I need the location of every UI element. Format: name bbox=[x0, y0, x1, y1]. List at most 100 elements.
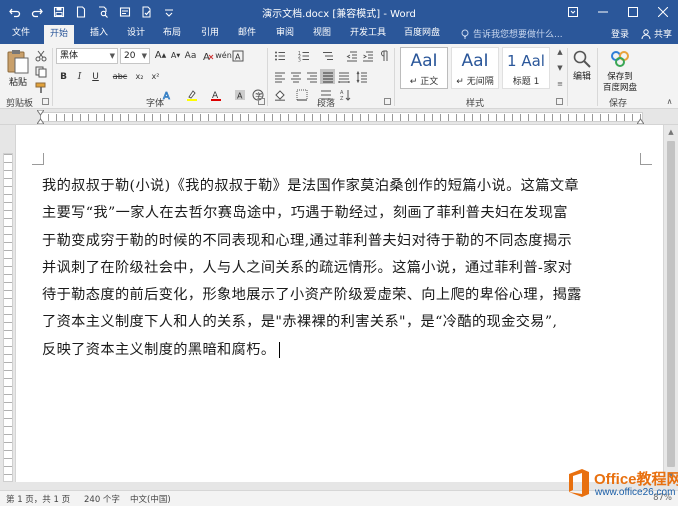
shading-icon[interactable] bbox=[272, 87, 287, 102]
maximize-icon[interactable] bbox=[618, 0, 648, 24]
font-launcher-icon[interactable] bbox=[258, 98, 265, 105]
font-size-select[interactable]: 20 ▼ bbox=[120, 48, 150, 64]
signin-link[interactable]: 登录 bbox=[611, 27, 629, 40]
font-color-icon[interactable]: A bbox=[208, 87, 223, 102]
page-count[interactable]: 第 1 页，共 1 页 bbox=[6, 493, 70, 505]
bold-button[interactable]: B bbox=[56, 69, 71, 84]
phonetic-guide-button[interactable]: wén bbox=[215, 48, 232, 63]
strikethrough-button[interactable]: abc bbox=[111, 69, 129, 84]
style-normal[interactable]: AaI ↵ 正文 bbox=[400, 47, 448, 89]
subscript-button[interactable]: x₂ bbox=[132, 69, 147, 84]
tab-insert[interactable]: 插入 bbox=[84, 24, 114, 44]
first-indent-icon[interactable] bbox=[37, 110, 44, 116]
text-line: 反映了资本主义制度的黑暗和腐朽。 bbox=[42, 337, 642, 364]
tab-baidu[interactable]: 百度网盘 bbox=[398, 24, 446, 44]
style-sample: AaI bbox=[410, 51, 438, 71]
text-line: 并讽刺了在阶级社会中，人与人之间关系的疏远情形。这篇小说，通过菲利普-家对 bbox=[42, 259, 573, 276]
chevron-down-icon: ▼ bbox=[141, 52, 147, 60]
watermark-url: www.office26.com bbox=[595, 487, 676, 498]
ribbon: 粘贴 剪贴板 黑体 ▼ 20 ▼ A ▲ A ▼ Aa A wén A B I U ab… bbox=[0, 44, 678, 109]
ribbon-display-icon[interactable] bbox=[558, 0, 588, 24]
scroll-thumb[interactable] bbox=[667, 141, 675, 467]
grow-font-icon[interactable]: A ▲ bbox=[153, 48, 168, 63]
numbering-icon[interactable]: 123 bbox=[296, 48, 311, 63]
char-shading-icon[interactable]: A bbox=[232, 87, 247, 102]
share-button[interactable]: 共享 bbox=[641, 27, 672, 40]
hanging-indent-icon[interactable] bbox=[37, 118, 44, 124]
editing-button[interactable]: 编辑 bbox=[571, 48, 593, 83]
tab-review[interactable]: 审阅 bbox=[270, 24, 300, 44]
text-cursor bbox=[279, 341, 281, 358]
tab-design[interactable]: 设计 bbox=[121, 24, 151, 44]
scroll-up-icon[interactable]: ▲ bbox=[664, 125, 678, 139]
sort-icon[interactable]: AZ bbox=[338, 87, 353, 102]
tell-me-box[interactable]: 告诉我您想要做什么... bbox=[460, 27, 563, 40]
save-group-label: 保存 bbox=[609, 99, 628, 109]
bullets-icon[interactable] bbox=[272, 48, 287, 63]
italic-button[interactable]: I bbox=[72, 69, 87, 84]
cut-icon[interactable] bbox=[33, 48, 48, 63]
style-name: 标题 1 bbox=[512, 77, 540, 87]
horizontal-ruler bbox=[0, 109, 678, 125]
vertical-scrollbar[interactable]: ▲ ▼ bbox=[663, 125, 678, 482]
styles-scroll[interactable]: ▲ ▼ ≡ bbox=[555, 48, 565, 88]
align-right-icon[interactable] bbox=[304, 69, 319, 84]
chevron-up-icon[interactable]: ▲ bbox=[557, 48, 562, 56]
decrease-indent-icon[interactable] bbox=[344, 48, 359, 63]
superscript-button[interactable]: x² bbox=[148, 69, 163, 84]
tab-file[interactable]: 文件 bbox=[6, 24, 36, 44]
borders-icon[interactable] bbox=[294, 87, 309, 102]
paste-button[interactable] bbox=[6, 48, 30, 77]
line-spacing-icon[interactable] bbox=[354, 69, 369, 84]
close-icon[interactable] bbox=[648, 0, 678, 24]
increase-indent-icon[interactable] bbox=[360, 48, 375, 63]
clipboard-launcher-icon[interactable] bbox=[42, 98, 49, 105]
distributed-icon[interactable] bbox=[336, 69, 351, 84]
tab-home[interactable]: 开始 bbox=[44, 25, 75, 44]
underline-button[interactable]: U bbox=[88, 69, 103, 84]
change-case-icon[interactable]: Aa bbox=[183, 48, 198, 63]
find-icon bbox=[573, 50, 591, 68]
show-marks-icon[interactable] bbox=[376, 48, 391, 63]
multilevel-list-icon[interactable] bbox=[320, 48, 335, 63]
ribbon-tabs: 文件 开始 插入 设计 布局 引用 邮件 审阅 视图 开发工具 百度网盘 告诉我… bbox=[0, 24, 678, 44]
minimize-icon[interactable] bbox=[588, 0, 618, 24]
font-name-select[interactable]: 黑体 ▼ bbox=[56, 48, 118, 64]
tab-layout[interactable]: 布局 bbox=[157, 24, 187, 44]
paragraph-launcher-icon[interactable] bbox=[384, 98, 391, 105]
text-line: 了资本主义制度下人和人的关系，是"赤裸裸的利害关系"，是“冷酷的现金交易”, bbox=[42, 314, 558, 331]
shrink-font-icon[interactable]: A ▼ bbox=[168, 48, 183, 63]
baidu-save-button[interactable]: 保存到 百度网盘 bbox=[600, 48, 640, 94]
styles-launcher-icon[interactable] bbox=[556, 98, 563, 105]
justify-icon[interactable] bbox=[320, 69, 335, 84]
align-left-icon[interactable] bbox=[272, 69, 287, 84]
group-divider bbox=[394, 48, 395, 106]
window-controls bbox=[558, 0, 678, 24]
document-body[interactable]: 我的叔叔于勒(小说)《我的叔叔于勒》是法国作家莫泊桑创作的短篇小说。这篇文章 主… bbox=[42, 173, 642, 364]
cloud-icon bbox=[611, 51, 629, 67]
right-indent-icon[interactable] bbox=[637, 118, 644, 124]
tab-developer[interactable]: 开发工具 bbox=[344, 24, 392, 44]
tab-references[interactable]: 引用 bbox=[195, 24, 225, 44]
format-painter-icon[interactable] bbox=[33, 80, 48, 95]
word-count[interactable]: 240 个字 bbox=[84, 493, 120, 505]
chevron-down-icon[interactable]: ▼ bbox=[557, 64, 562, 72]
align-center-icon[interactable] bbox=[288, 69, 303, 84]
clear-format-icon[interactable]: A bbox=[200, 48, 215, 63]
vertical-ruler bbox=[0, 125, 16, 482]
more-styles-icon[interactable]: ≡ bbox=[557, 80, 563, 88]
tab-mailings[interactable]: 邮件 bbox=[232, 24, 262, 44]
char-border-icon[interactable]: A bbox=[230, 48, 245, 63]
copy-icon[interactable] bbox=[33, 64, 48, 79]
clipboard-group-label: 剪贴板 bbox=[6, 99, 34, 109]
collapse-ribbon-icon[interactable]: ∧ bbox=[662, 94, 677, 109]
style-heading-1[interactable]: 1 Aal 标题 1 bbox=[502, 47, 550, 89]
tab-view[interactable]: 视图 bbox=[307, 24, 337, 44]
highlight-icon[interactable] bbox=[184, 87, 199, 102]
page-corner-mark bbox=[640, 153, 652, 165]
document-page[interactable]: 我的叔叔于勒(小说)《我的叔叔于勒》是法国作家莫泊桑创作的短篇小说。这篇文章 主… bbox=[16, 125, 663, 482]
watermark-title: Office教程网 bbox=[594, 471, 678, 488]
language-indicator[interactable]: 中文(中国) bbox=[130, 493, 171, 505]
style-no-spacing[interactable]: AaI ↵ 无间隔 bbox=[451, 47, 499, 89]
styles-group-label: 样式 bbox=[466, 99, 485, 109]
